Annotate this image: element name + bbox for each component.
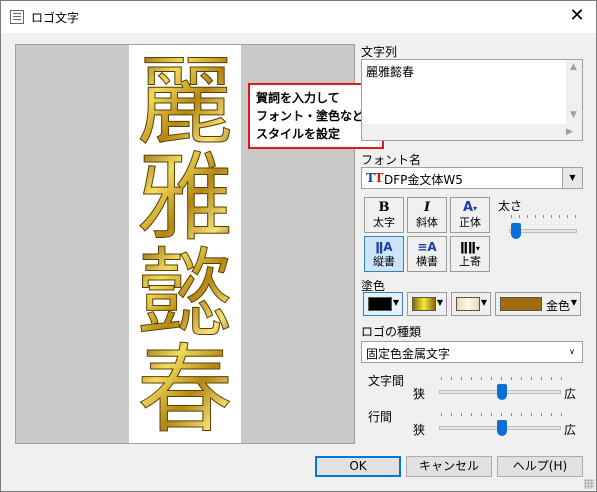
color-swatch xyxy=(368,297,392,311)
horizontal-writing-button[interactable]: ≡A 横書 xyxy=(407,236,447,272)
fill-color-cream-button[interactable]: ▼ xyxy=(451,292,491,316)
upright-label: 正体 xyxy=(459,216,481,229)
font-select[interactable]: TT DFP金文体W5 ▼ xyxy=(361,167,583,189)
color-swatch xyxy=(412,297,436,311)
line-spacing-ticks xyxy=(441,413,562,416)
app-icon xyxy=(10,10,24,24)
chevron-down-icon: ▼ xyxy=(570,298,577,307)
italic-icon: I xyxy=(423,200,431,215)
truetype-icon: TT xyxy=(366,171,384,185)
line-narrow-label: 狭 xyxy=(413,423,426,437)
bold-label: 太字 xyxy=(373,216,395,229)
window-title: ロゴ文字 xyxy=(31,11,80,25)
logo-char: 春 xyxy=(137,334,233,443)
horizontal-scrollbar[interactable]: ▶ xyxy=(362,124,582,140)
vertical-writing-label: 縦書 xyxy=(373,255,395,268)
text-input-value: 麗雅懿春 xyxy=(366,65,415,79)
callout-line: 賀詞を入力して xyxy=(256,91,340,105)
preview-canvas: 麗 雅 懿 春 xyxy=(129,45,241,443)
gold-preset-label: 金色 xyxy=(546,299,571,313)
help-button[interactable]: ヘルプ(H) xyxy=(497,456,583,477)
logo-type-value: 固定色金属文字 xyxy=(366,347,451,361)
weight-ticks xyxy=(511,215,576,218)
logo-type-select[interactable]: 固定色金属文字 ∨ xyxy=(361,341,583,363)
chevron-down-icon[interactable]: ∨ xyxy=(562,342,582,362)
horizontal-writing-label: 横書 xyxy=(416,255,438,268)
italic-label: 斜体 xyxy=(416,216,438,229)
bold-icon: B xyxy=(378,200,390,215)
top-align-label: 上寄 xyxy=(459,255,481,268)
line-wide-label: 広 xyxy=(564,423,577,437)
logo-type-label: ロゴの種類 xyxy=(361,325,422,339)
font-label: フォント名 xyxy=(361,153,422,167)
close-icon[interactable]: ✕ xyxy=(564,5,590,29)
fill-color-gold-button[interactable]: ▼ xyxy=(407,292,447,316)
chevron-down-icon[interactable]: ▼ xyxy=(562,168,582,188)
color-swatch xyxy=(456,297,480,311)
ok-button[interactable]: OK xyxy=(315,456,401,477)
char-spacing-ticks xyxy=(441,377,562,380)
chevron-down-icon: ▼ xyxy=(480,298,487,307)
text-input[interactable]: 麗雅懿春 ▲ ▼ ▶ xyxy=(361,59,583,141)
italic-button[interactable]: I 斜体 xyxy=(407,197,447,233)
chevron-down-icon: ▼ xyxy=(392,298,399,307)
resize-grip[interactable] xyxy=(584,479,594,489)
char-spacing-label: 文字間 xyxy=(368,374,405,388)
logo-text-dialog: ロゴ文字 ✕ 麗 雅 懿 春 賀詞を入力して フォント・塗色など スタイルを設定… xyxy=(0,0,597,492)
vertical-scrollbar[interactable]: ▲ ▼ xyxy=(566,60,582,124)
line-spacing-thumb[interactable] xyxy=(497,420,507,436)
top-align-button[interactable]: ǁǁ▾ 上寄 xyxy=(450,236,490,272)
line-spacing-label: 行間 xyxy=(368,410,393,424)
horizontal-writing-icon: ≡A xyxy=(417,240,437,254)
cancel-button[interactable]: キャンセル xyxy=(406,456,492,477)
scroll-down-icon[interactable]: ▼ xyxy=(570,110,577,120)
weight-label: 太さ xyxy=(498,199,523,213)
scroll-up-icon[interactable]: ▲ xyxy=(570,62,577,72)
chevron-down-icon: ▼ xyxy=(436,298,443,307)
fill-color-black-button[interactable]: ▼ xyxy=(363,292,403,316)
char-wide-label: 広 xyxy=(564,387,577,401)
callout-line: フォント・塗色など xyxy=(256,109,365,123)
upright-button[interactable]: A▾ 正体 xyxy=(450,197,490,233)
bold-button[interactable]: B 太字 xyxy=(364,197,404,233)
font-value: DFP金文体W5 xyxy=(384,173,463,187)
color-swatch xyxy=(500,297,542,311)
scroll-right-icon[interactable]: ▶ xyxy=(566,127,573,137)
vertical-writing-icon: ǁA xyxy=(375,240,393,254)
upright-icon: A▾ xyxy=(462,200,478,215)
gold-preset-button[interactable]: 金色 ▼ xyxy=(495,292,581,316)
callout-line: スタイルを設定 xyxy=(256,127,341,141)
top-align-icon: ǁǁ▾ xyxy=(460,240,480,254)
title-bar: ロゴ文字 ✕ xyxy=(1,1,596,33)
char-narrow-label: 狭 xyxy=(413,387,426,401)
vertical-writing-button[interactable]: ǁA 縦書 xyxy=(364,236,404,272)
weight-slider-thumb[interactable] xyxy=(511,223,521,239)
text-label: 文字列 xyxy=(361,45,398,59)
char-spacing-thumb[interactable] xyxy=(497,384,507,400)
logo-preview: 麗 雅 懿 春 xyxy=(137,46,234,444)
